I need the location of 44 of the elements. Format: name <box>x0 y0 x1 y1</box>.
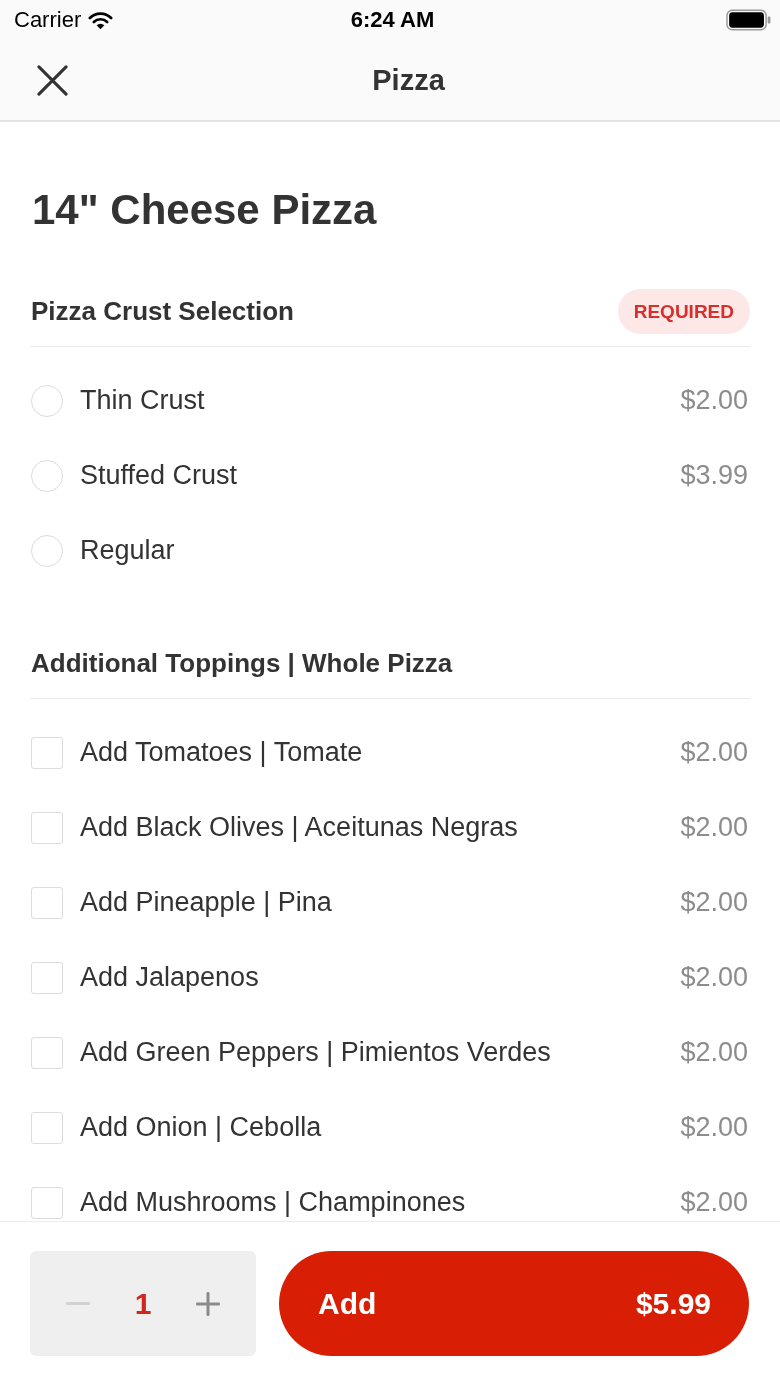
required-badge: REQUIRED <box>617 289 750 334</box>
checkbox[interactable] <box>31 1186 63 1219</box>
quantity-value: 1 <box>134 1286 152 1321</box>
checkbox[interactable] <box>31 736 63 769</box>
section-title: Additional Toppings | Whole Pizza <box>30 648 453 679</box>
option-label: Add Onion | Cebolla <box>80 1112 322 1143</box>
option-price: $2.00 <box>679 385 749 416</box>
option-price: $2.00 <box>679 962 749 993</box>
carrier-label: Carrier <box>14 7 82 33</box>
option-price: $2.00 <box>679 1187 749 1218</box>
option-price: $2.00 <box>679 1037 749 1068</box>
close-button[interactable] <box>37 64 68 96</box>
checkbox[interactable] <box>31 1036 63 1069</box>
checkbox[interactable] <box>31 886 63 919</box>
checkbox[interactable] <box>31 811 63 844</box>
option-label: Regular <box>80 535 175 566</box>
option-label: Thin Crust <box>80 385 205 416</box>
increase-button[interactable] <box>196 1291 220 1316</box>
wifi-icon <box>88 10 114 30</box>
nav-title: Pizza <box>372 63 445 97</box>
option-label: Stuffed Crust <box>80 460 238 491</box>
option-price: $2.00 <box>679 1112 749 1143</box>
section-title: Pizza Crust Selection <box>30 296 294 327</box>
radio-button[interactable] <box>31 384 63 417</box>
add-to-cart-button[interactable]: Add $5.99 <box>279 1251 749 1356</box>
checkbox[interactable] <box>31 1111 63 1144</box>
battery-icon <box>726 9 771 31</box>
option-price: $2.00 <box>679 887 749 918</box>
option-label: Add Tomatoes | Tomate <box>80 737 363 768</box>
option-label: Add Green Peppers | Pimientos Verdes <box>80 1037 551 1068</box>
radio-button[interactable] <box>31 534 63 567</box>
option-label: Add Jalapenos <box>80 962 259 993</box>
status-time: 6:24 AM <box>350 7 435 33</box>
option-label: Add Mushrooms | Champinones <box>80 1187 466 1218</box>
option-label: Add Black Olives | Aceitunas Negras <box>80 812 518 843</box>
radio-button[interactable] <box>31 459 63 492</box>
close-icon <box>37 64 68 96</box>
option-price: $3.99 <box>679 460 749 491</box>
option-label: Add Pineapple | Pina <box>80 887 332 918</box>
option-price: $2.00 <box>679 812 749 843</box>
item-title: 14" Cheese Pizza <box>31 185 378 235</box>
option-price: $2.00 <box>679 737 749 768</box>
checkbox[interactable] <box>31 961 63 994</box>
plus-icon <box>196 1291 220 1316</box>
